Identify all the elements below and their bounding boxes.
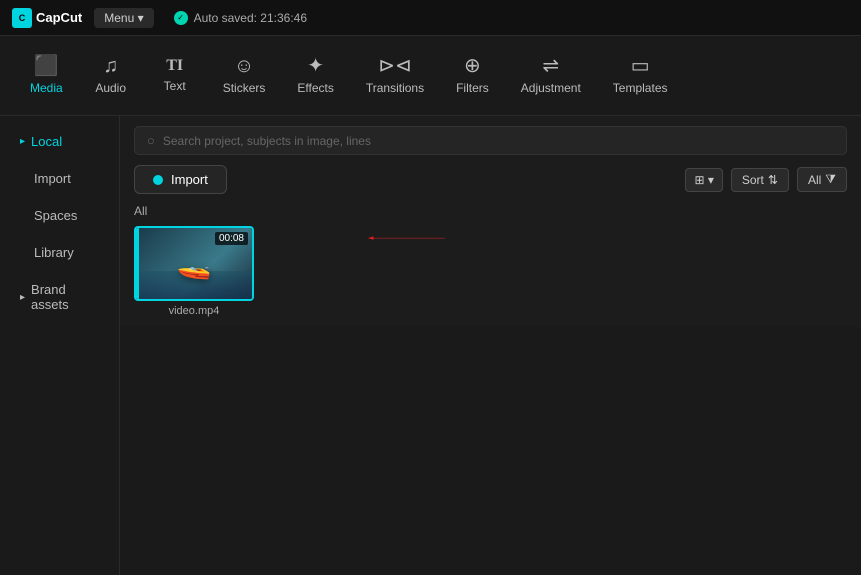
sort-icon: ⇅ [768,173,778,187]
effects-icon: ✦ [307,56,324,76]
library-label: Library [34,245,74,260]
text-icon: TI [166,58,183,74]
grid-icon: ⊞ ▾ [694,173,713,187]
brand-assets-arrow: ▸ [20,292,25,303]
local-arrow: ▸ [20,136,25,147]
toolbar: ⬛ Media ♫ Audio TI Text ☺ Stickers ✦ Eff… [0,36,861,116]
search-bar[interactable]: ○ Search project, subjects in image, lin… [134,126,847,155]
sort-button[interactable]: Sort ⇅ [731,168,789,192]
sidebar-item-library[interactable]: Library [6,235,113,270]
thumb-indicator [136,228,139,299]
sort-label: Sort [742,173,764,187]
templates-label: Templates [613,81,668,95]
stickers-label: Stickers [223,81,266,95]
all-section-label: All [134,204,847,218]
toolbar-item-text[interactable]: TI Text [145,50,205,101]
transitions-icon: ⊳⊲ [378,56,412,76]
import-button-label: Import [171,172,208,187]
search-icon: ○ [147,133,155,148]
content-area: ○ Search project, subjects in image, lin… [120,116,861,327]
video-grid: 00:08 video.mp4 [134,226,847,317]
spaces-label: Spaces [34,208,77,223]
import-row: Import ⊞ ▾ Sort ⇅ All ⧩ [134,165,847,194]
main-layout: ▸ Local Import Spaces Library ▸ Brand as… [0,116,861,575]
app-logo: C CapCut [12,8,82,28]
video-thumbnail[interactable]: 00:08 video.mp4 [134,226,254,317]
toolbar-item-effects[interactable]: ✦ Effects [283,48,347,103]
filters-icon: ⊕ [464,56,481,76]
auto-save-text: Auto saved: 21:36:46 [194,11,307,25]
adjustment-icon: ⇌ [542,56,559,76]
filter-icon: ⧩ [825,172,836,187]
audio-label: Audio [95,81,126,95]
effects-label: Effects [297,81,333,95]
import-label: Import [34,171,71,186]
transitions-label: Transitions [366,81,424,95]
import-button[interactable]: Import [134,165,227,194]
menu-label: Menu ▾ [104,11,143,25]
menu-button[interactable]: Menu ▾ [94,8,153,28]
toolbar-item-adjustment[interactable]: ⇌ Adjustment [507,48,595,103]
media-icon: ⬛ [34,56,59,76]
thumb-container: 00:08 [134,226,254,301]
content-wrapper: ○ Search project, subjects in image, lin… [120,116,861,575]
search-placeholder: Search project, subjects in image, lines [163,134,371,148]
sidebar-item-brand-assets[interactable]: ▸ Brand assets [6,272,113,322]
all-filter-button[interactable]: All ⧩ [797,167,847,192]
grid-view-button[interactable]: ⊞ ▾ [685,168,722,192]
sidebar-item-local[interactable]: ▸ Local [6,124,113,159]
stickers-icon: ☺ [234,56,254,76]
toolbar-item-templates[interactable]: ▭ Templates [599,48,682,103]
video-filename: video.mp4 [169,305,220,317]
toolbar-item-media[interactable]: ⬛ Media [16,48,77,103]
sidebar: ▸ Local Import Spaces Library ▸ Brand as… [0,116,120,575]
text-label: Text [164,79,186,93]
all-filter-label: All [808,173,821,187]
auto-save-status: ✓ Auto saved: 21:36:46 [174,11,307,25]
sidebar-item-spaces[interactable]: Spaces [6,198,113,233]
logo-icon: C [12,8,32,28]
filters-label: Filters [456,81,489,95]
topbar: C CapCut Menu ▾ ✓ Auto saved: 21:36:46 [0,0,861,36]
adjustment-label: Adjustment [521,81,581,95]
brand-assets-label: Brand assets [31,282,99,312]
media-label: Media [30,81,63,95]
local-label: Local [31,134,62,149]
auto-save-icon: ✓ [174,11,188,25]
toolbar-item-transitions[interactable]: ⊳⊲ Transitions [352,48,438,103]
import-dot-icon [153,175,163,185]
audio-icon: ♫ [103,56,118,76]
import-controls: ⊞ ▾ Sort ⇅ All ⧩ [685,167,847,192]
toolbar-item-audio[interactable]: ♫ Audio [81,48,141,103]
toolbar-item-filters[interactable]: ⊕ Filters [442,48,503,103]
templates-icon: ▭ [631,56,650,76]
video-duration: 00:08 [215,232,248,245]
app-name: CapCut [36,10,82,25]
sidebar-item-import[interactable]: Import [6,161,113,196]
toolbar-item-stickers[interactable]: ☺ Stickers [209,48,280,103]
